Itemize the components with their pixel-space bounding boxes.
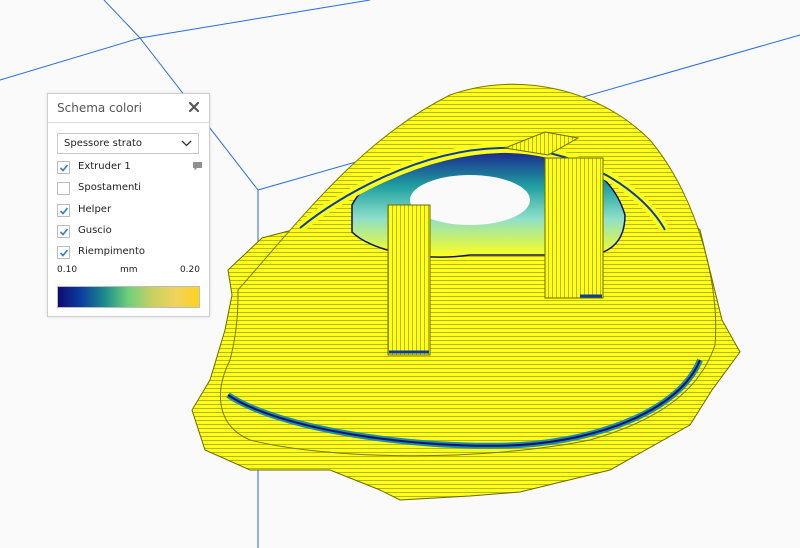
- option-label: Extruder 1: [78, 161, 131, 172]
- option-travels[interactable]: Spostamenti: [57, 181, 203, 196]
- checkbox-travels[interactable]: [57, 182, 70, 195]
- option-label: Spostamenti: [78, 182, 142, 193]
- option-label: Helper: [78, 204, 112, 215]
- color-scheme-select-value: Spessore strato: [64, 138, 143, 149]
- color-scheme-panel: Schema colori Spessore strato Extruder 1…: [47, 93, 210, 317]
- option-helpers[interactable]: Helper: [57, 203, 203, 218]
- check-icon: [59, 207, 69, 215]
- checkbox-infill[interactable]: [57, 246, 70, 259]
- legend-gradient-bar: [57, 286, 200, 308]
- option-label: Riempimento: [78, 246, 146, 257]
- chevron-down-icon: [181, 140, 192, 147]
- legend-min-value: 0.10: [57, 265, 78, 275]
- close-icon[interactable]: [187, 100, 201, 114]
- panel-title: Schema colori: [57, 101, 142, 115]
- checkbox-extruder-1[interactable]: [57, 161, 70, 174]
- check-icon: [59, 164, 69, 172]
- check-icon: [59, 228, 69, 236]
- option-label: Guscio: [78, 225, 112, 236]
- extruder-info-icon[interactable]: [192, 161, 203, 172]
- print-object: [191, 83, 741, 501]
- checkbox-helpers[interactable]: [57, 204, 70, 217]
- option-shell[interactable]: Guscio: [57, 224, 203, 239]
- color-scheme-select[interactable]: Spessore strato: [57, 133, 199, 154]
- legend-max-value: 0.20: [179, 265, 200, 275]
- option-infill[interactable]: Riempimento: [57, 245, 203, 260]
- option-extruder-1[interactable]: Extruder 1: [57, 160, 203, 175]
- checkbox-shell[interactable]: [57, 225, 70, 238]
- check-icon: [59, 249, 69, 257]
- panel-header: Schema colori: [48, 94, 209, 123]
- legend-unit: mm: [120, 265, 138, 275]
